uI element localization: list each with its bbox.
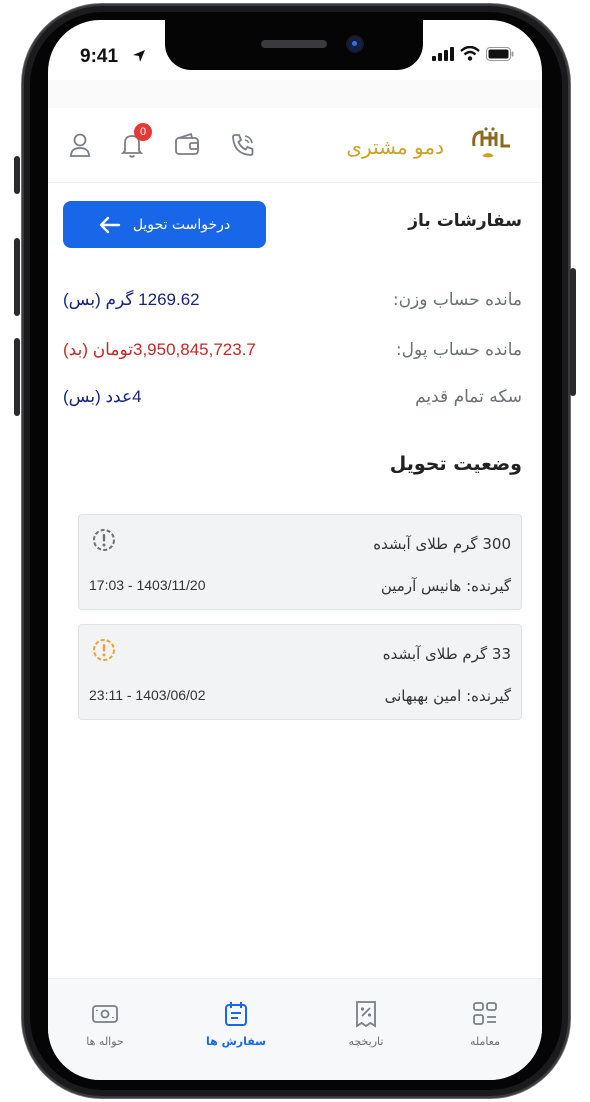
volume-down-button (14, 338, 20, 416)
delivery-receiver: گیرنده: هانیس آرمین (380, 577, 511, 595)
weight-balance-label: مانده حساب وزن: (392, 290, 522, 310)
volume-up-button (14, 238, 20, 316)
open-orders-title: سفارشات باز (408, 211, 522, 231)
pending-status-icon (93, 639, 115, 661)
brand-logo (472, 127, 510, 158)
transfers-icon (92, 1005, 118, 1023)
coin-balance-label: سکه تمام قدیم (415, 387, 522, 407)
coin-balance-value: 4عدد (بس) (63, 387, 142, 406)
nav-label: سفارش ها (206, 1035, 266, 1048)
notch (165, 20, 423, 70)
delivery-title: 300 گرم طلای آبشده (373, 535, 511, 553)
orders-icon (225, 1002, 247, 1026)
camera (348, 37, 362, 51)
money-balance-label: مانده حساب پول: (395, 340, 522, 360)
nav-item-orders[interactable]: سفارش ها (191, 999, 281, 1048)
nav-label: معامله (470, 1035, 500, 1048)
nav-item-transfers[interactable]: حواله ها (60, 999, 150, 1048)
nav-item-trade[interactable]: معامله (440, 999, 530, 1048)
delivery-title: 33 گرم طلای آبشده (382, 645, 511, 663)
side-button (14, 156, 20, 194)
nav-label: حواله ها (86, 1035, 124, 1048)
trade-icon (473, 1002, 497, 1025)
delivery-status-title: وضعیت تحویل (389, 453, 522, 475)
phone-call-icon[interactable] (228, 130, 258, 160)
wallet-icon[interactable] (172, 130, 202, 160)
money-balance-value: 3,950,845,723.7تومان (بد) (63, 340, 256, 359)
pending-status-icon (93, 529, 115, 551)
history-icon (356, 1001, 376, 1028)
delivery-datetime: 23:11 - 1403/06/02 (89, 687, 206, 703)
bottom-navigation: معامله تاریخچه سفارش ها حواله ها (48, 978, 542, 1080)
request-delivery-label: درخواست تحویل (132, 216, 231, 233)
delivery-card[interactable]: 300 گرم طلای آبشده گیرنده: هانیس آرمین 1… (78, 514, 522, 610)
battery-icon (486, 46, 514, 61)
profile-icon[interactable] (65, 130, 95, 160)
status-indicators (432, 46, 514, 61)
nav-label: تاریخچه (348, 1035, 384, 1048)
signal-icon (432, 46, 454, 61)
delivery-receiver: گیرنده: امین بهبهانی (384, 687, 511, 705)
delivery-datetime: 17:03 - 1403/11/20 (89, 577, 206, 593)
app-screen: 9:41 0 دمو مشتری سفارشات باز درخواست تحو… (48, 20, 542, 1080)
brand-name: دمو مشتری (346, 135, 444, 159)
notification-badge: 0 (134, 123, 152, 141)
delivery-card[interactable]: 33 گرم طلای آبشده گیرنده: امین بهبهانی 2… (78, 624, 522, 720)
request-delivery-button[interactable]: درخواست تحویل (63, 201, 266, 248)
wifi-icon (460, 46, 480, 61)
location-arrow-icon (133, 50, 145, 62)
power-button (570, 268, 576, 396)
status-time: 9:41 (80, 46, 119, 67)
arrow-left-icon (99, 216, 121, 233)
weight-balance-value: 1269.62 گرم (بس) (63, 290, 200, 309)
nav-item-history[interactable]: تاریخچه (321, 999, 411, 1048)
